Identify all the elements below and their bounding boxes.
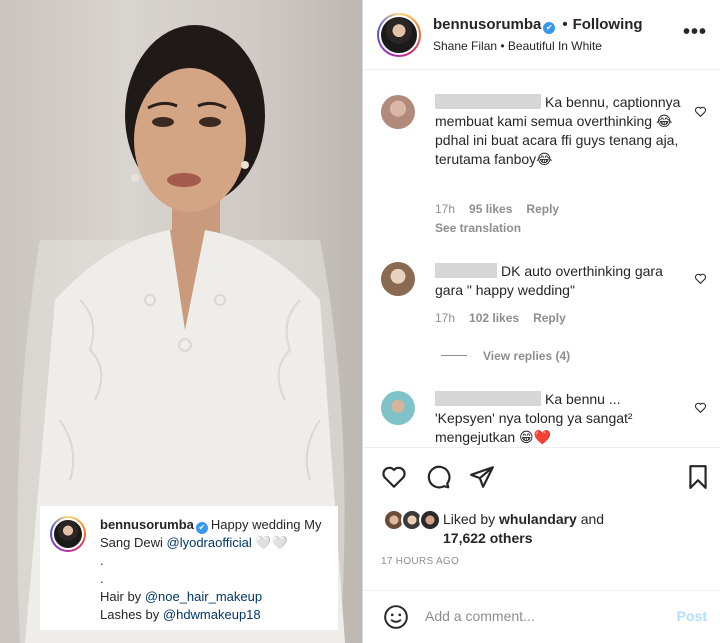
caption-dot: . (100, 553, 104, 568)
audio-track[interactable]: Shane Filan • Beautiful In White (433, 39, 602, 53)
post-photo[interactable]: bennusorumba ✔ Happy wedding My Sang Dewi … (0, 0, 362, 643)
reply-button[interactable]: Reply (533, 311, 566, 325)
comment-input[interactable]: Add a comment... (425, 608, 535, 624)
caption-avatar[interactable] (50, 516, 86, 552)
header-user-line: bennusorumba ✔ • Following (433, 16, 643, 34)
comment-likes[interactable]: 95 likes (469, 202, 512, 216)
lashes-label: Lashes by (100, 607, 160, 622)
redacted-username (435, 94, 541, 109)
caption-dot: . (100, 571, 104, 586)
header-username[interactable]: bennusorumba (433, 16, 541, 33)
comment-text: Ka bennu ... 'Kepsyen' nya tolong ya san… (435, 391, 633, 445)
header-separator: • (562, 16, 568, 33)
see-translation-link[interactable]: See translation (435, 221, 521, 235)
bookmark-icon[interactable] (685, 464, 711, 490)
comment-heart-icon[interactable] (694, 272, 707, 285)
caption-line-1: bennusorumba ✔ Happy wedding My (100, 516, 321, 534)
caption-card: bennusorumba ✔ Happy wedding My Sang Dewi … (40, 506, 338, 630)
caption-hair-line: Hair by @noe_hair_makeup (100, 588, 262, 606)
add-comment-bar: Add a comment... Post (363, 590, 720, 643)
comment-list[interactable]: Ka bennu, captionnya membuat kami semua … (363, 71, 720, 447)
view-replies-link[interactable]: View replies (4) (441, 349, 570, 363)
liked-by-user[interactable]: whulandary (499, 511, 577, 527)
more-icon[interactable]: ••• (683, 22, 707, 42)
caption-text: Happy wedding My (210, 517, 322, 532)
share-icon[interactable] (469, 464, 495, 490)
heart-icon[interactable] (381, 464, 407, 490)
comment-meta: 17h 102 likes Reply (435, 311, 580, 325)
comment-heart-icon[interactable] (694, 105, 707, 118)
comment-likes[interactable]: 102 likes (469, 311, 519, 325)
caption-lashes-line: Lashes by @hdwmakeup18 (100, 606, 261, 624)
caption-line-2: Sang Dewi @lyodraofficial 🤍🤍 (100, 534, 288, 552)
following-button[interactable]: Following (573, 16, 643, 33)
comment-meta: 17h 95 likes Reply (435, 202, 573, 216)
verified-icon: ✔ (543, 22, 556, 34)
post-header: bennusorumba ✔ • Following Shane Filan • Be… (363, 0, 720, 70)
post-button[interactable]: Post (677, 608, 707, 624)
comment-avatar[interactable] (381, 95, 415, 129)
hair-label: Hair by (100, 589, 142, 604)
redacted-username (435, 391, 541, 406)
emoji-icon[interactable] (383, 604, 409, 630)
likes-count[interactable]: 17,622 others (443, 530, 533, 546)
liked-by-text: Liked by whulandary and 17,622 others (443, 511, 605, 546)
redacted-username (435, 263, 497, 278)
comment-time: 17h (435, 202, 456, 216)
verified-icon: ✔ (195, 522, 208, 534)
liker-avatar (419, 509, 441, 531)
caption-username[interactable]: bennusorumba (100, 517, 194, 532)
reply-button[interactable]: Reply (526, 202, 559, 216)
caption-line2-text: Sang Dewi (100, 535, 163, 550)
post-panel: bennusorumba ✔ • Following Shane Filan • Be… (362, 0, 720, 643)
comment-avatar[interactable] (381, 391, 415, 425)
comment-time: 17h (435, 311, 456, 325)
mention-lashes[interactable]: @hdwmakeup18 (163, 607, 261, 622)
comment-icon[interactable] (425, 464, 451, 490)
action-bar: Liked by whulandary and 17,622 others 17… (363, 447, 720, 607)
comment-avatar[interactable] (381, 262, 415, 296)
comment-text: Ka bennu, captionnya membuat kami semua … (435, 94, 681, 167)
mention-hair[interactable]: @noe_hair_makeup (145, 589, 262, 604)
caption-emoji: 🤍🤍 (255, 535, 288, 550)
post-timestamp[interactable]: 17 HOURS AGO (381, 556, 459, 567)
mention-lyodra[interactable]: @lyodraofficial (167, 535, 252, 550)
comment-heart-icon[interactable] (694, 401, 707, 414)
header-avatar[interactable] (377, 13, 421, 57)
comment-text: DK auto overthinking gara gara " happy w… (435, 263, 663, 298)
